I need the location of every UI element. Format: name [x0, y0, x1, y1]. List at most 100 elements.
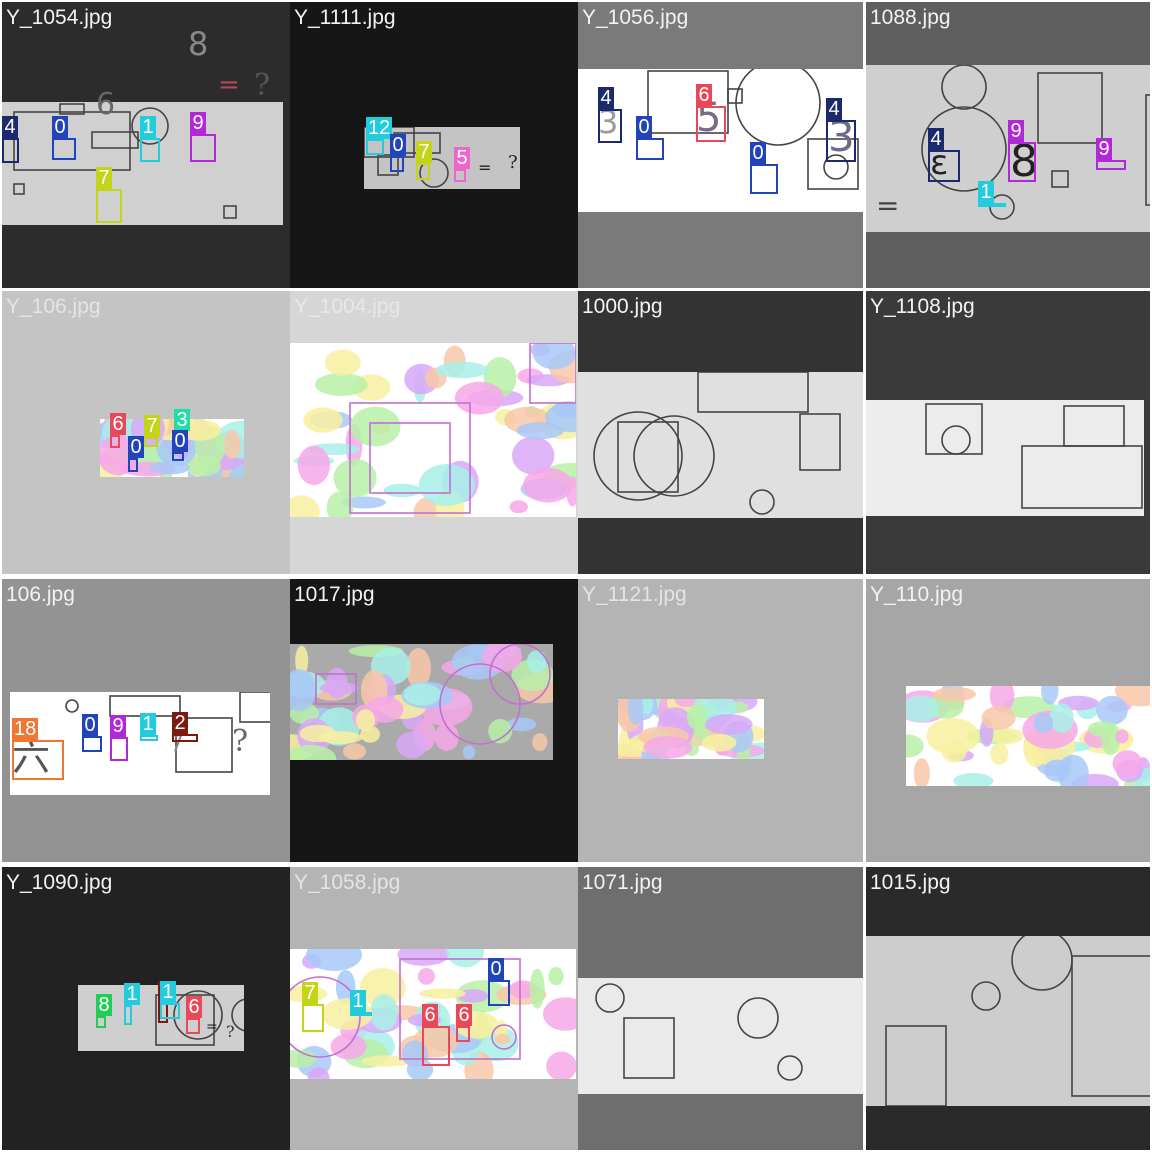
noise-circle — [633, 415, 715, 497]
captcha-glyph: = — [206, 1019, 218, 1035]
tile-filename: Y_1121.jpg — [582, 583, 687, 606]
detection-label: 7 — [144, 415, 160, 437]
tile-filename: 1017.jpg — [294, 583, 375, 606]
detection-label: 6 — [696, 84, 712, 106]
detection-box — [390, 156, 404, 172]
detection-label: 1 — [160, 981, 176, 1003]
detection-box — [52, 138, 76, 160]
tile-filename: Y_1111.jpg — [294, 6, 396, 29]
noise-circle — [941, 425, 971, 455]
image-tile: 3 5 3 4 0 6 0 4 Y_1056.jpg — [578, 2, 863, 288]
image-tile: 6 7 3 0 0 Y_106.jpg — [2, 291, 290, 574]
noise-rect — [349, 402, 471, 514]
noise-blob — [704, 714, 753, 735]
detection-box — [1096, 160, 1126, 170]
tile-filename: Y_1108.jpg — [870, 295, 975, 318]
tile-filename: Y_110.jpg — [870, 583, 964, 606]
noise-rect — [1021, 445, 1143, 509]
noise-circle — [489, 644, 551, 705]
image-tile: 六 7? 18 0 9 1 2 106.jpg — [2, 579, 290, 862]
image-tile: =?81216Y_1090.jpg — [2, 867, 290, 1150]
detection-label: 0 — [128, 436, 144, 458]
detection-label: 7 — [96, 167, 112, 189]
image-tile: 11399Y_110.jpg — [866, 579, 1150, 862]
detection-box — [598, 109, 622, 143]
detection-box — [140, 138, 160, 162]
captcha-image — [290, 343, 576, 517]
detection-label: 9 — [190, 112, 206, 134]
detection-label: 0 — [52, 116, 68, 138]
image-tile: 38=?04191000.jpg — [578, 291, 863, 574]
detection-box — [110, 737, 128, 761]
image-tile: 571660Y_1058.jpg — [290, 867, 578, 1150]
image-tile: ε 8 = 4 9 9 1 1088.jpg — [866, 2, 1150, 288]
captcha-glyph: = — [876, 189, 900, 222]
noise-blob — [702, 734, 737, 752]
detection-box — [140, 735, 158, 741]
captcha-image — [866, 400, 1144, 516]
detection-box — [488, 980, 510, 1006]
noise-blob — [981, 706, 1016, 730]
image-tile: 160415Y_1121.jpg — [578, 579, 863, 862]
noise-blob — [1096, 695, 1128, 726]
noise-rect — [727, 88, 743, 104]
detection-box — [96, 1016, 106, 1028]
tile-filename: 1088.jpg — [870, 6, 951, 29]
detection-box — [366, 139, 384, 155]
tile-filename: Y_1058.jpg — [294, 871, 401, 894]
detection-label: 9 — [1008, 120, 1024, 142]
detection-label: 5 — [454, 147, 470, 169]
detection-label: 9 — [110, 715, 126, 737]
noise-blob — [1049, 703, 1074, 733]
detection-label: 0 — [488, 958, 504, 980]
captcha-glyph: 6 — [96, 87, 116, 122]
captcha-glyph: ? — [232, 724, 249, 759]
detection-label: 3 — [174, 409, 190, 431]
captcha-glyph: ? — [254, 68, 271, 103]
noise-blob — [1087, 721, 1117, 737]
line-art — [595, 983, 803, 1081]
tile-filename: Y_106.jpg — [6, 295, 101, 318]
tile-filename: Y_1054.jpg — [6, 6, 113, 29]
noise-circle — [735, 69, 821, 146]
captcha-image — [578, 978, 863, 1094]
noise-blob — [941, 740, 967, 763]
noise-rect — [1037, 72, 1103, 144]
noise-blob — [643, 736, 693, 759]
noise-circle — [65, 699, 79, 713]
image-tile: 7511161015.jpg — [866, 867, 1150, 1150]
noise-blob — [906, 734, 924, 758]
tile-filename: Y_1004.jpg — [294, 295, 401, 318]
detection-label: 0 — [82, 714, 98, 736]
detection-label: 8 — [96, 994, 112, 1016]
detection-label: 1 — [124, 983, 140, 1005]
detection-label: 9 — [1096, 138, 1112, 160]
detection-label: 7 — [416, 141, 432, 163]
detection-label: 6 — [456, 1004, 472, 1026]
detection-label: 18 — [12, 718, 39, 740]
detection-box — [172, 734, 198, 742]
noise-circle — [593, 411, 683, 501]
detection-label: 2 — [172, 712, 188, 734]
noise-circle — [737, 997, 779, 1039]
captcha-glyph: ? — [226, 1022, 235, 1041]
detection-mosaic: 6 8 =? 4 0 7 1 9 Y_1054.jpg =? 12 0 7 5 Y_1111.jpg 3 5 3 4… — [0, 0, 1152, 1152]
noise-circle — [971, 981, 1001, 1011]
detection-label: 1 — [978, 181, 994, 203]
tile-filename: 1000.jpg — [582, 295, 663, 318]
image-tile: 6 8 =? 4 0 7 1 9 Y_1054.jpg — [2, 2, 290, 288]
detection-label: 4 — [928, 128, 944, 150]
detection-label: 6 — [422, 1004, 438, 1026]
captcha-image — [618, 699, 764, 759]
detection-box — [144, 437, 158, 447]
detection-box — [1008, 142, 1036, 182]
tile-filename: Y_1056.jpg — [582, 6, 689, 29]
detection-box — [928, 150, 960, 182]
line-art — [593, 372, 841, 515]
noise-rect — [239, 692, 270, 723]
noise-rect — [1071, 955, 1150, 1097]
noise-circle — [290, 976, 361, 1058]
detection-box — [422, 1026, 450, 1066]
detection-box — [416, 163, 430, 180]
image-tile: 八八八17117017Y_1108.jpg — [866, 291, 1150, 574]
